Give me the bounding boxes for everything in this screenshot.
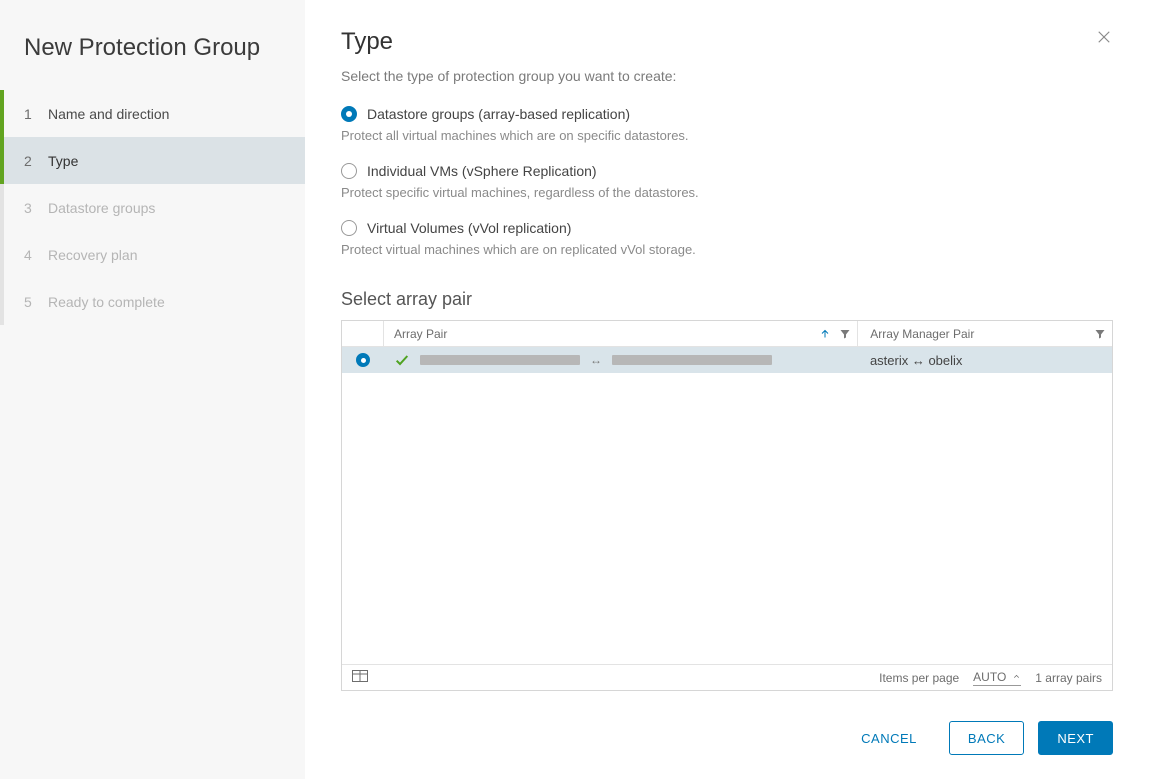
wizard-step-list: 1 Name and direction 2 Type 3 Datastore … [0,90,305,325]
option-individual-vms[interactable]: Individual VMs (vSphere Replication) Pro… [341,163,1113,200]
option-virtual-volumes[interactable]: Virtual Volumes (vVol replication) Prote… [341,220,1113,257]
select-array-pair-title: Select array pair [341,289,1113,310]
step-number: 4 [24,247,48,263]
row-radio-icon[interactable] [356,353,370,367]
grid-header: Array Pair Array Manager Pair [342,321,1112,347]
redacted-text [612,355,772,365]
cancel-button[interactable]: Cancel [843,721,935,755]
wizard-title: New Protection Group [0,24,305,90]
array-manager-pair-value: asterix ↔ obelix [870,353,962,368]
radio-icon[interactable] [341,163,357,179]
array-pair-grid: Array Pair Array Manager Pair [341,320,1113,691]
option-desc: Protect all virtual machines which are o… [341,128,1113,143]
option-datastore-groups[interactable]: Datastore groups (array-based replicatio… [341,106,1113,143]
next-button[interactable]: Next [1038,721,1113,755]
option-label: Individual VMs (vSphere Replication) [367,163,597,179]
redacted-text [420,355,580,365]
items-per-page-select[interactable]: AUTO [973,670,1021,686]
step-type[interactable]: 2 Type [0,137,305,184]
col-array-pair[interactable]: Array Pair [384,321,858,346]
step-label: Type [48,153,78,169]
step-recovery-plan: 4 Recovery plan [0,231,305,278]
step-name-and-direction[interactable]: 1 Name and direction [0,90,305,137]
step-label: Ready to complete [48,294,165,310]
status-ok-icon [394,352,410,368]
step-label: Datastore groups [48,200,155,216]
page-subtitle: Select the type of protection group you … [341,68,1113,84]
column-chooser-icon[interactable] [352,670,368,685]
type-options: Datastore groups (array-based replicatio… [341,106,1113,257]
back-button[interactable]: Back [949,721,1024,755]
step-number: 5 [24,294,48,310]
step-label: Name and direction [48,106,169,122]
swap-icon: ↔ [590,353,602,367]
wizard-sidebar: New Protection Group 1 Name and directio… [0,0,305,779]
step-label: Recovery plan [48,247,138,263]
step-number: 3 [24,200,48,216]
grid-body: ↔ asterix ↔ obelix [342,347,1112,664]
radio-icon[interactable] [341,220,357,236]
col-select [342,321,384,346]
col-header-label: Array Pair [394,327,447,341]
step-number: 2 [24,153,48,169]
step-ready-to-complete: 5 Ready to complete [0,278,305,325]
option-label: Datastore groups (array-based replicatio… [367,106,630,122]
wizard-main: Type Select the type of protection group… [305,0,1149,779]
filter-icon[interactable] [839,328,851,340]
row-count-label: 1 array pairs [1035,671,1102,685]
filter-icon[interactable] [1094,328,1106,340]
items-per-page-label: Items per page [879,671,959,685]
close-icon[interactable] [1095,28,1113,51]
option-label: Virtual Volumes (vVol replication) [367,220,571,236]
sort-asc-icon[interactable] [819,328,831,340]
col-array-manager-pair[interactable]: Array Manager Pair [858,321,1112,346]
col-header-label: Array Manager Pair [870,327,974,341]
page-title: Type [341,28,1113,56]
chevron-up-icon [1012,672,1021,681]
option-desc: Protect virtual machines which are on re… [341,242,1113,257]
items-per-page-value: AUTO [973,670,1006,684]
step-number: 1 [24,106,48,122]
array-pair-row[interactable]: ↔ asterix ↔ obelix [342,347,1112,373]
option-desc: Protect specific virtual machines, regar… [341,185,1113,200]
grid-footer: Items per page AUTO 1 array pairs [342,664,1112,690]
step-datastore-groups: 3 Datastore groups [0,184,305,231]
wizard-buttons: Cancel Back Next [341,691,1113,755]
radio-icon[interactable] [341,106,357,122]
